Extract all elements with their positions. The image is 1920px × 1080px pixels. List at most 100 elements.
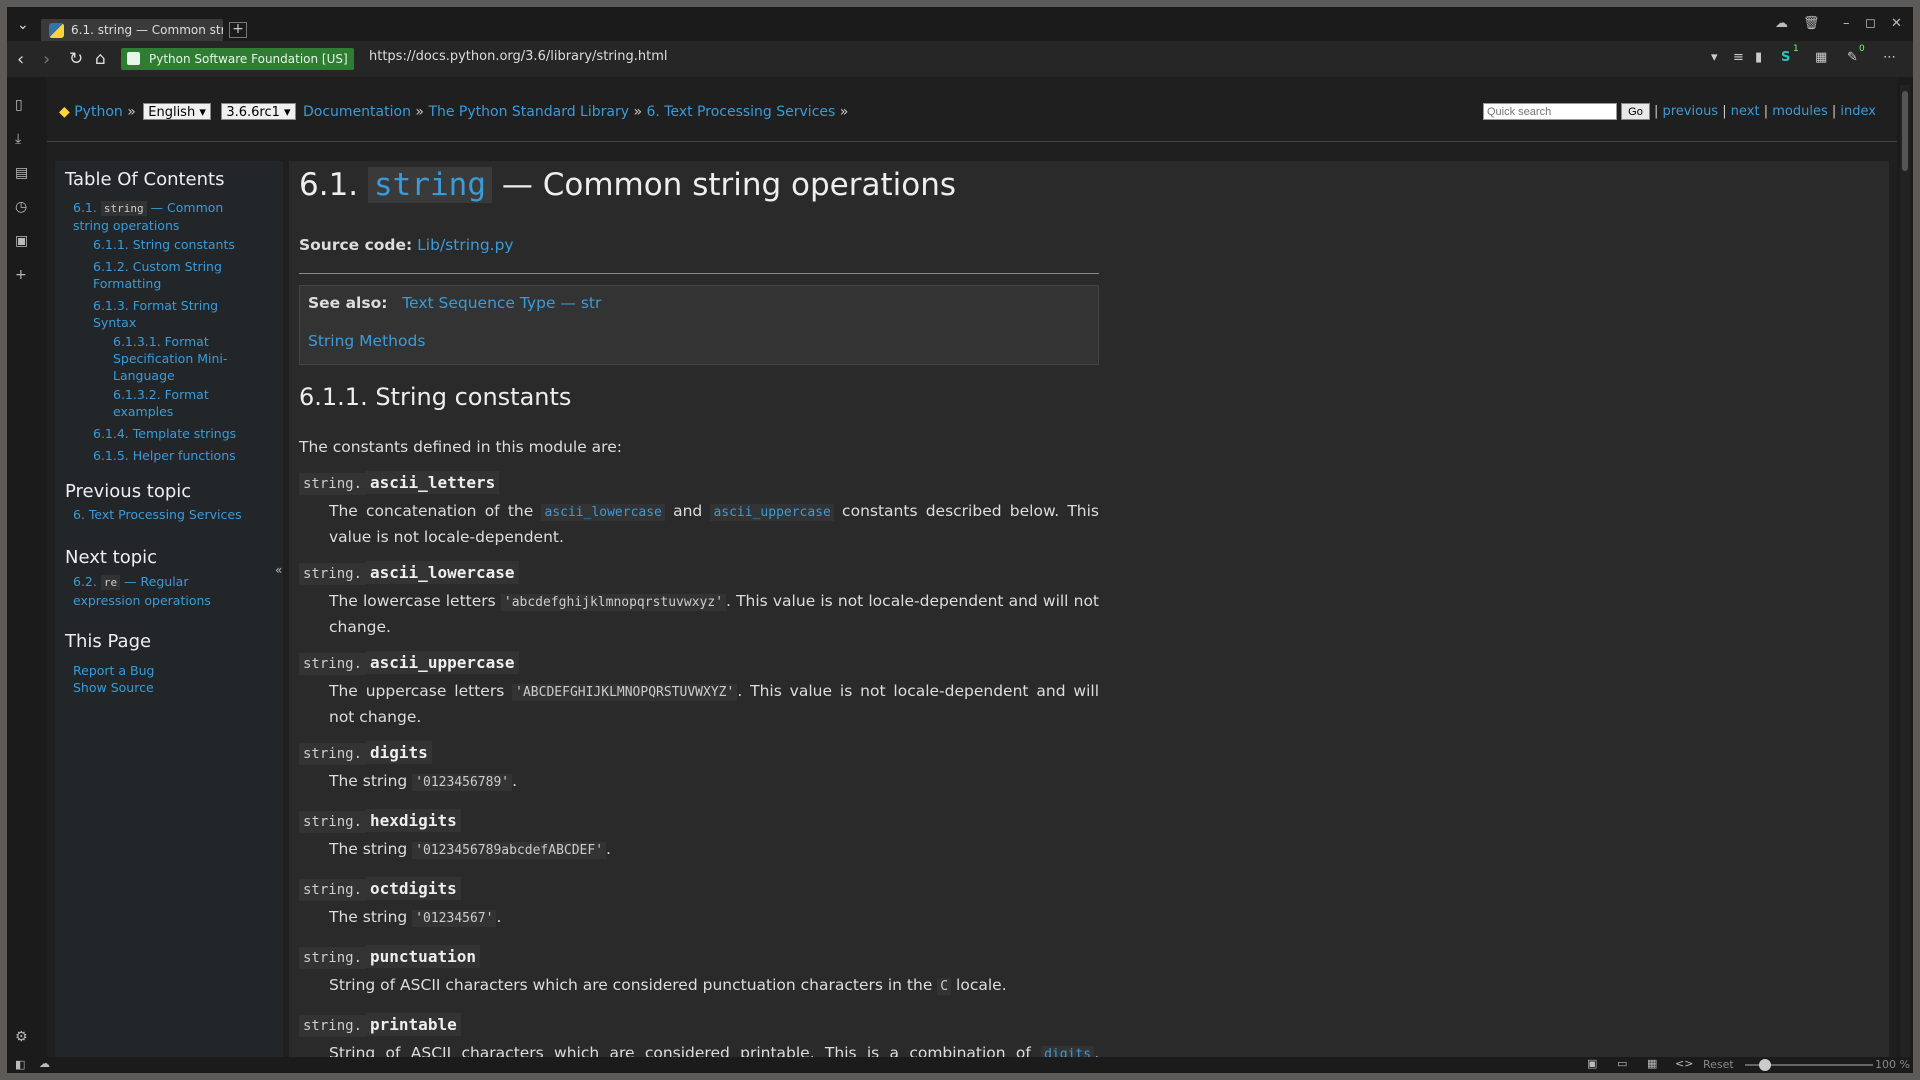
notes-panel-icon[interactable]: ▤ — [15, 165, 28, 181]
page-actions-icon[interactable]: <> — [1675, 1057, 1693, 1070]
url-field[interactable]: https://docs.python.org/3.6/library/stri… — [369, 49, 668, 64]
nav-python-link[interactable]: Python — [74, 104, 123, 120]
settings-gear-icon[interactable]: ⚙ — [15, 1029, 28, 1045]
nav-stdlib-link[interactable]: The Python Standard Library — [428, 104, 629, 120]
previous-link[interactable]: previous — [1663, 104, 1719, 119]
lock-icon — [127, 52, 140, 65]
toc-item-format-syntax[interactable]: 6.1.3. Format String Syntax — [93, 297, 243, 331]
ascii-lowercase-link[interactable]: ascii_lowercase — [541, 504, 665, 521]
see-also-string-methods-link[interactable]: String Methods — [308, 332, 425, 350]
digits-link[interactable]: digits — [1041, 1046, 1095, 1057]
trash-icon[interactable]: 🗑 — [1803, 16, 1820, 31]
previous-topic-heading: Previous topic — [65, 481, 192, 502]
source-code-line: Source code: Lib/string.py — [299, 236, 514, 254]
extension-icon[interactable]: ▦ — [1815, 50, 1827, 65]
status-bar: ◧ ☁ ▣ ▭ ▦ <> Reset 100 % — [7, 1057, 1913, 1073]
page-title: 6.1. string — Common string operations — [299, 167, 957, 203]
browser-menu-icon[interactable]: ⌄ — [17, 17, 37, 33]
more-menu-icon[interactable]: ⋯ — [1883, 50, 1896, 65]
entry-digits: string. digits The string '0123456789'. — [299, 741, 1099, 795]
side-panel: ▯ ⤓ ▤ ◷ ▣ + ⚙ — [7, 77, 39, 1057]
section-intro: The constants defined in this module are… — [299, 438, 622, 456]
next-topic-heading: Next topic — [65, 547, 158, 568]
python-favicon-icon — [49, 23, 64, 38]
extension-badge-1: 1 — [1793, 44, 1799, 54]
new-tab-button[interactable]: + — [229, 22, 247, 38]
see-also-box: See also: Text Sequence Type — str Strin… — [299, 285, 1099, 365]
entry-ascii-lowercase: string. ascii_lowercase The lowercase let… — [299, 561, 1099, 640]
extension-s-icon[interactable]: S — [1781, 50, 1790, 65]
bookmarks-panel-icon[interactable]: ▯ — [15, 97, 23, 113]
page-scrollbar[interactable] — [1900, 85, 1910, 1057]
zoom-slider-handle[interactable] — [1759, 1059, 1771, 1071]
previous-topic-link[interactable]: 6. Text Processing Services — [73, 507, 242, 522]
entry-punctuation: string. punctuation String of ASCII chara… — [299, 945, 1099, 999]
nav-text-processing-link[interactable]: 6. Text Processing Services — [646, 104, 835, 120]
close-window-icon[interactable]: ✕ — [1891, 16, 1902, 31]
quick-search: Go | previous | next | modules | index — [1483, 103, 1876, 120]
tab-active[interactable]: 6.1. string — Common stri — [41, 19, 223, 41]
extension-edit-icon[interactable]: ✎ — [1847, 50, 1858, 65]
back-icon[interactable]: ‹ — [17, 49, 24, 70]
index-link[interactable]: index — [1840, 104, 1876, 119]
language-select[interactable]: English ▾ — [143, 103, 211, 120]
site-identity-badge[interactable]: Python Software Foundation [US] — [121, 48, 354, 70]
home-icon[interactable]: ⌂ — [95, 49, 106, 69]
zoom-reset-label[interactable]: Reset — [1703, 1058, 1734, 1071]
entry-hexdigits: string. hexdigits The string '0123456789a… — [299, 809, 1099, 863]
version-select[interactable]: 3.6.6rc1 ▾ — [221, 103, 296, 120]
toc-item-format-spec[interactable]: 6.1.3.1. Format Specification Mini-Langu… — [113, 333, 243, 384]
next-link[interactable]: next — [1731, 104, 1760, 119]
reload-icon[interactable]: ↻ — [69, 49, 83, 69]
report-bug-link[interactable]: Report a Bug — [73, 663, 154, 678]
toc-item-custom-formatting[interactable]: 6.1.2. Custom String Formatting — [93, 258, 243, 292]
toc-item-format-examples[interactable]: 6.1.3.2. Format examples — [113, 386, 243, 420]
downloads-panel-icon[interactable]: ⤓ — [15, 131, 21, 147]
sidebar-collapse-button[interactable]: « — [275, 563, 282, 577]
this-page-heading: This Page — [65, 631, 152, 652]
modules-link[interactable]: modules — [1772, 104, 1828, 119]
minimize-icon[interactable]: – — [1843, 16, 1850, 31]
toc-item-template-strings[interactable]: 6.1.4. Template strings — [93, 425, 243, 442]
go-button[interactable]: Go — [1621, 103, 1650, 120]
add-panel-icon[interactable]: + — [15, 267, 27, 283]
tab-bar: ⌄ 6.1. string — Common stri + ☁ 🗑 – ◻ ✕ — [7, 7, 1913, 41]
window-panel-icon[interactable]: ▣ — [15, 233, 28, 249]
quick-search-input[interactable] — [1483, 103, 1617, 120]
entry-printable: string. printable String of ASCII charact… — [299, 1013, 1099, 1057]
toc-heading: Table Of Contents — [65, 169, 225, 190]
tiling-icon[interactable]: ▭ — [1617, 1057, 1627, 1070]
see-also-text-sequence-link[interactable]: Text Sequence Type — str — [402, 294, 601, 312]
bookmark-page-icon[interactable]: ▮ — [1755, 50, 1762, 65]
toc-item-constants[interactable]: 6.1.1. String constants — [93, 236, 243, 253]
toc-item-helper-functions[interactable]: 6.1.5. Helper functions — [93, 447, 243, 464]
entry-octdigits: string. octdigits The string '01234567'. — [299, 877, 1099, 931]
sync-cloud-icon[interactable]: ☁ — [1775, 16, 1788, 31]
entry-ascii-uppercase: string. ascii_uppercase The uppercase let… — [299, 651, 1099, 730]
toggle-panel-icon[interactable]: ◧ — [15, 1058, 25, 1071]
images-icon[interactable]: ▦ — [1647, 1057, 1657, 1070]
capture-icon[interactable]: ▣ — [1587, 1057, 1597, 1070]
python-logo-icon: ◆ — [59, 104, 70, 120]
toc-item-string[interactable]: 6.1. string — Common string operations — [73, 199, 243, 234]
document-body: 6.1. string — Common string operations S… — [289, 161, 1889, 1057]
sidebar: Table Of Contents 6.1. string — Common s… — [55, 161, 283, 1057]
next-topic-link[interactable]: 6.2. re — Regular expression operations — [73, 573, 223, 610]
show-source-link[interactable]: Show Source — [73, 680, 154, 695]
divider — [299, 273, 1099, 274]
maximize-icon[interactable]: ◻ — [1865, 16, 1876, 31]
history-panel-icon[interactable]: ◷ — [15, 199, 27, 215]
toc-list: 6.1. string — Common string operations 6… — [73, 199, 243, 464]
sync-status-icon[interactable]: ☁ — [39, 1057, 50, 1070]
forward-icon[interactable]: › — [43, 49, 50, 70]
browser-window: ⌄ 6.1. string — Common stri + ☁ 🗑 – ◻ ✕ … — [7, 7, 1913, 1073]
reader-view-icon[interactable]: ≡ — [1733, 50, 1744, 65]
url-dropdown-icon[interactable]: ▾ — [1711, 50, 1718, 65]
scrollbar-thumb[interactable] — [1902, 91, 1908, 171]
extension-badge-2: 0 — [1859, 44, 1865, 54]
ascii-uppercase-link[interactable]: ascii_uppercase — [710, 504, 834, 521]
nav-divider — [47, 141, 1897, 142]
source-code-link[interactable]: Lib/string.py — [417, 236, 513, 254]
address-bar: ‹ › ↻ ⌂ Python Software Foundation [US] … — [7, 41, 1913, 77]
nav-documentation-link[interactable]: Documentation — [303, 104, 411, 120]
